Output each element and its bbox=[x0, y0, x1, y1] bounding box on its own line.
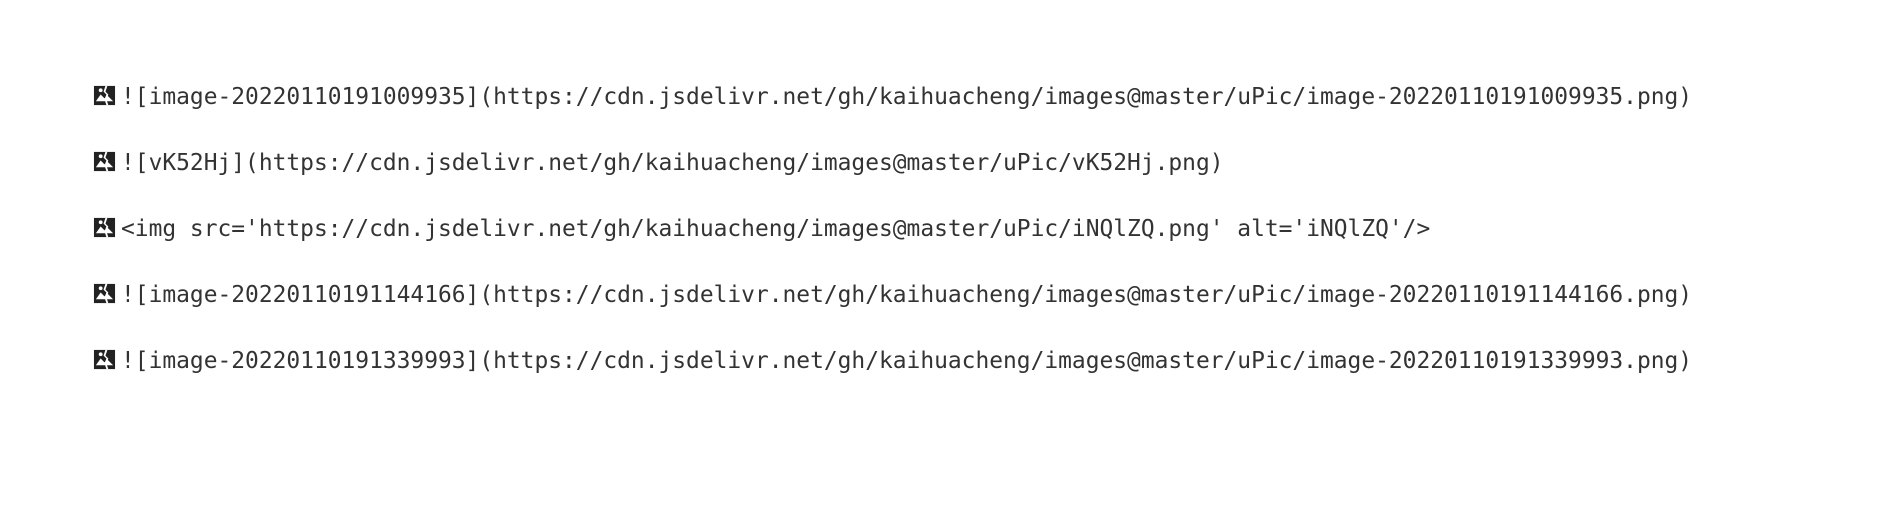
image-reference-1: ![image-20220110191009935](https://cdn.j… bbox=[93, 74, 1861, 121]
broken-image-icon bbox=[93, 282, 116, 305]
image-reference-text: ![image-20220110191144166](https://cdn.j… bbox=[121, 282, 1693, 308]
image-reference-4: ![image-20220110191144166](https://cdn.j… bbox=[93, 272, 1861, 319]
broken-image-icon bbox=[93, 84, 116, 107]
broken-image-icon bbox=[93, 348, 116, 371]
image-reference-text: ![image-20220110191339993](https://cdn.j… bbox=[121, 348, 1693, 374]
image-reference-2: ![vK52Hj](https://cdn.jsdelivr.net/gh/ka… bbox=[93, 140, 1861, 187]
image-reference-3: <img src='https://cdn.jsdelivr.net/gh/ka… bbox=[93, 206, 1861, 253]
image-reference-text: ![vK52Hj](https://cdn.jsdelivr.net/gh/ka… bbox=[121, 150, 1224, 176]
broken-image-icon bbox=[93, 216, 116, 239]
image-reference-text: ![image-20220110191009935](https://cdn.j… bbox=[121, 84, 1693, 110]
image-reference-text: <img src='https://cdn.jsdelivr.net/gh/ka… bbox=[121, 216, 1431, 242]
document-body: ![image-20220110191009935](https://cdn.j… bbox=[93, 74, 1861, 404]
broken-image-icon bbox=[93, 150, 116, 173]
image-reference-5: ![image-20220110191339993](https://cdn.j… bbox=[93, 338, 1861, 385]
